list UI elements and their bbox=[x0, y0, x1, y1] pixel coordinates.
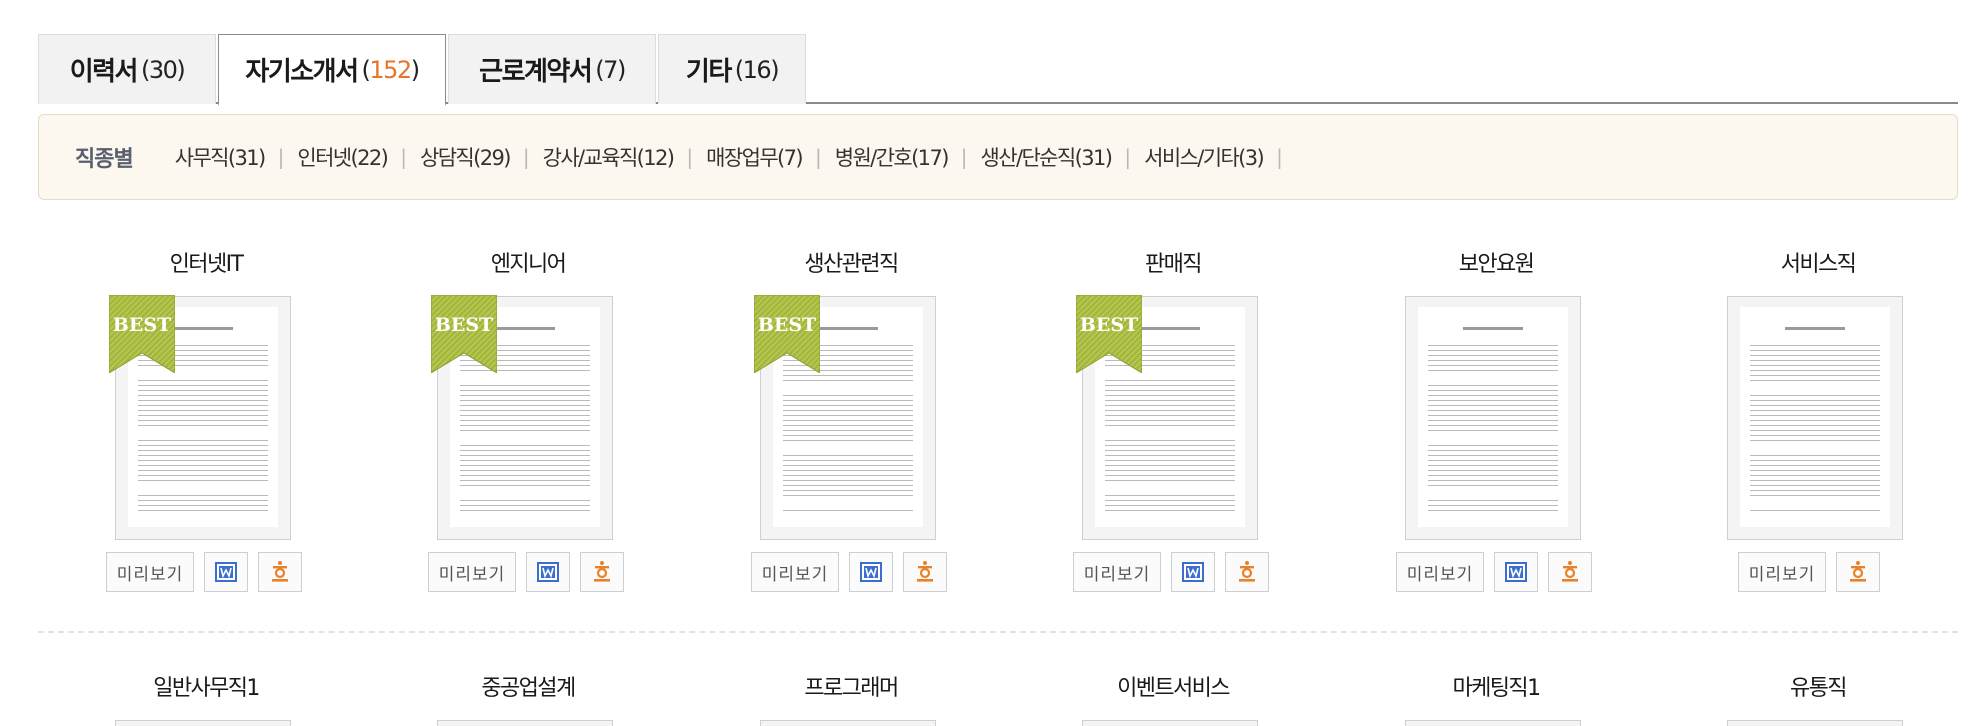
filter-item[interactable]: 매장업무(7) bbox=[706, 142, 803, 172]
best-ribbon-icon: BEST bbox=[108, 294, 176, 374]
card-title[interactable]: 판매직 bbox=[1073, 246, 1273, 278]
document-thumbnail[interactable] bbox=[760, 720, 936, 726]
card-title[interactable]: 유통직 bbox=[1718, 670, 1918, 702]
tab-label: 기타 bbox=[685, 57, 732, 87]
svg-text:BEST: BEST bbox=[113, 314, 171, 336]
card-title[interactable]: 서비스직 bbox=[1718, 246, 1918, 278]
hwp-download-button[interactable] bbox=[1548, 552, 1592, 592]
document-type-tabs: 이력서 (30) 자기소개서 (152) 근로계약서 (7) 기타 (16) bbox=[38, 34, 1958, 106]
filter-separator: | bbox=[814, 145, 822, 169]
card-title[interactable]: 생산관련직 bbox=[751, 246, 951, 278]
tab-etc[interactable]: 기타 (16) bbox=[658, 34, 806, 104]
tab-cover-letter[interactable]: 자기소개서 (152) bbox=[218, 34, 446, 106]
hwp-download-button[interactable] bbox=[258, 552, 302, 592]
best-ribbon-icon: BEST bbox=[430, 294, 498, 374]
preview-button[interactable]: 미리보기 bbox=[1738, 552, 1826, 592]
filter-item[interactable]: 상담직(29) bbox=[420, 142, 511, 172]
document-thumbnail[interactable] bbox=[115, 720, 291, 726]
preview-button[interactable]: 미리보기 bbox=[751, 552, 839, 592]
tab-count: (152) bbox=[361, 55, 421, 84]
hwp-file-icon bbox=[270, 560, 290, 584]
card-actions: 미리보기 bbox=[1073, 552, 1269, 592]
card-actions: 미리보기 bbox=[106, 552, 302, 592]
hwp-file-icon bbox=[915, 560, 935, 584]
word-download-button[interactable] bbox=[1171, 552, 1215, 592]
card-title[interactable]: 인터넷IT bbox=[106, 246, 306, 278]
svg-text:BEST: BEST bbox=[435, 314, 493, 336]
card-title[interactable]: 프로그래머 bbox=[751, 670, 951, 702]
document-thumbnail[interactable] bbox=[1405, 296, 1581, 540]
word-download-button[interactable] bbox=[526, 552, 570, 592]
filter-item[interactable]: 인터넷(22) bbox=[297, 142, 388, 172]
word-file-icon bbox=[215, 562, 237, 582]
filter-separator: | bbox=[400, 145, 407, 169]
filter-separator: | bbox=[277, 145, 285, 169]
filter-item[interactable]: 생산/단순직(31) bbox=[981, 142, 1113, 172]
job-category-filter: 직종별 사무직(31) | 인터넷(22) | 상담직(29) | 강사/교육직(12) | 매… bbox=[38, 114, 1958, 200]
card-title[interactable]: 보안요원 bbox=[1396, 246, 1596, 278]
preview-button[interactable]: 미리보기 bbox=[106, 552, 194, 592]
document-thumbnail[interactable] bbox=[1082, 720, 1258, 726]
document-thumbnail[interactable] bbox=[1727, 720, 1903, 726]
tab-count: (30) bbox=[140, 55, 186, 84]
best-ribbon-icon: BEST bbox=[1075, 294, 1143, 374]
word-download-button[interactable] bbox=[849, 552, 893, 592]
filter-item[interactable]: 서비스/기타(3) bbox=[1144, 142, 1265, 172]
word-file-icon bbox=[537, 562, 559, 582]
tab-labor-contract[interactable]: 근로계약서 (7) bbox=[448, 34, 656, 104]
hwp-download-button[interactable] bbox=[1225, 552, 1269, 592]
card-title[interactable]: 이벤트서비스 bbox=[1073, 670, 1273, 702]
document-thumbnail[interactable] bbox=[1727, 296, 1903, 540]
hwp-file-icon bbox=[1848, 560, 1868, 584]
filter-separator: | bbox=[686, 145, 694, 169]
svg-text:BEST: BEST bbox=[1080, 314, 1138, 336]
hwp-file-icon bbox=[1237, 560, 1257, 584]
filter-label: 직종별 bbox=[75, 147, 134, 172]
word-file-icon bbox=[1182, 562, 1204, 582]
card-actions: 미리보기 bbox=[1396, 552, 1592, 592]
hwp-download-button[interactable] bbox=[580, 552, 624, 592]
preview-button[interactable]: 미리보기 bbox=[1396, 552, 1484, 592]
card-title[interactable]: 중공업설계 bbox=[428, 670, 628, 702]
document-page-preview bbox=[1740, 307, 1890, 527]
document-thumbnail[interactable] bbox=[437, 720, 613, 726]
card-actions: 미리보기 bbox=[1738, 552, 1880, 592]
word-download-button[interactable] bbox=[204, 552, 248, 592]
tab-resume[interactable]: 이력서 (30) bbox=[38, 34, 216, 104]
hwp-download-button[interactable] bbox=[903, 552, 947, 592]
svg-text:BEST: BEST bbox=[758, 314, 816, 336]
preview-button[interactable]: 미리보기 bbox=[1073, 552, 1161, 592]
filter-separator: | bbox=[522, 145, 530, 169]
best-ribbon-icon: BEST bbox=[753, 294, 821, 374]
filter-item[interactable]: 강사/교육직(12) bbox=[543, 142, 675, 172]
hwp-file-icon bbox=[1560, 560, 1580, 584]
card-title[interactable]: 마케팅직1 bbox=[1396, 670, 1596, 702]
hwp-file-icon bbox=[592, 560, 612, 584]
filter-separator: | bbox=[1276, 145, 1283, 169]
card-actions: 미리보기 bbox=[428, 552, 624, 592]
document-thumbnail[interactable] bbox=[1405, 720, 1581, 726]
card-title[interactable]: 엔지니어 bbox=[428, 246, 628, 278]
tab-count: (16) bbox=[734, 55, 780, 84]
hwp-download-button[interactable] bbox=[1836, 552, 1880, 592]
filter-separator: | bbox=[1124, 145, 1132, 169]
preview-button[interactable]: 미리보기 bbox=[428, 552, 516, 592]
filter-item[interactable]: 병원/간호(17) bbox=[835, 142, 950, 172]
filter-item[interactable]: 사무직(31) bbox=[175, 142, 266, 172]
tab-label: 자기소개서 bbox=[245, 57, 359, 87]
row-divider bbox=[38, 631, 1958, 633]
word-download-button[interactable] bbox=[1494, 552, 1538, 592]
filter-separator: | bbox=[960, 145, 968, 169]
word-file-icon bbox=[1505, 562, 1527, 582]
tab-count: (7) bbox=[595, 55, 626, 84]
tab-label: 이력서 bbox=[69, 57, 139, 87]
word-file-icon bbox=[860, 562, 882, 582]
document-page-preview bbox=[1418, 307, 1568, 527]
card-title[interactable]: 일반사무직1 bbox=[106, 670, 306, 702]
tab-label: 근로계약서 bbox=[479, 57, 593, 87]
card-actions: 미리보기 bbox=[751, 552, 947, 592]
